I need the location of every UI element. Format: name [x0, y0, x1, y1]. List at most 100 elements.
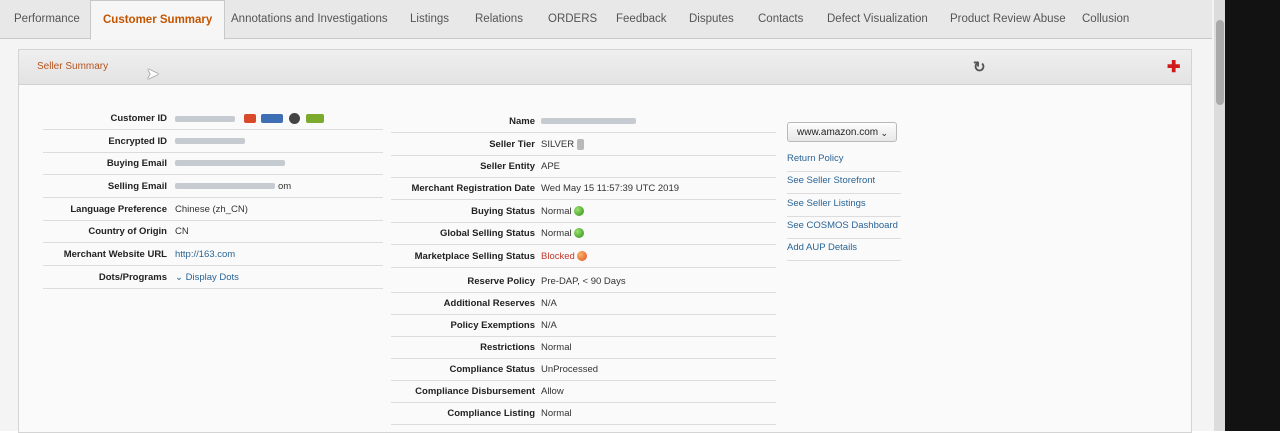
- seller-entity-value: APE: [541, 161, 561, 172]
- row-country-of-origin: Country of Origin CN: [43, 220, 383, 243]
- marketplace-select[interactable]: www.amazon.com ⌄: [787, 122, 897, 142]
- selling-email-value: om: [175, 181, 291, 192]
- policy-exemptions-label: Policy Exemptions: [450, 320, 535, 331]
- row-selling-email: Selling Email om: [43, 175, 383, 198]
- tab-performance[interactable]: Performance: [14, 0, 80, 38]
- row-restrictions: Restrictions Normal: [391, 336, 776, 359]
- tab-listings[interactable]: Listings: [410, 0, 449, 38]
- row-compliance-disbursement: Compliance Disbursement Allow: [391, 380, 776, 403]
- row-name: Name: [391, 110, 776, 133]
- marketplace-selling-status-value: Blocked: [541, 251, 587, 262]
- seller-storefront-link[interactable]: See Seller Storefront: [787, 172, 901, 194]
- silver-medal-icon: [577, 139, 585, 150]
- row-seller-tier: Seller Tier SILVER: [391, 133, 776, 156]
- row-compliance-status: Compliance Status UnProcessed: [391, 358, 776, 381]
- merchant-website-link[interactable]: http://163.com: [175, 249, 235, 260]
- tab-customer-summary[interactable]: Customer Summary: [90, 0, 226, 40]
- encrypted-id-value: [175, 136, 248, 147]
- truck-icon: [305, 114, 324, 123]
- panel-title: Seller Summary: [37, 61, 109, 72]
- add-aup-details-link[interactable]: Add AUP Details: [787, 239, 901, 261]
- row-buying-email: Buying Email: [43, 152, 383, 175]
- marketplace-selling-status-label: Marketplace Selling Status: [414, 251, 535, 262]
- compliance-status-label: Compliance Status: [449, 364, 535, 375]
- row-merchant-website: Merchant Website URL http://163.com: [43, 243, 383, 266]
- dots-programs-label: Dots/Programs: [98, 272, 167, 283]
- mouse-cursor-icon: ➤: [146, 66, 160, 83]
- name-label: Name: [509, 116, 535, 127]
- country-of-origin-value: CN: [175, 226, 189, 237]
- row-encrypted-id: Encrypted ID: [43, 130, 383, 153]
- row-registration-date: Merchant Registration Date Wed May 15 11…: [391, 177, 776, 200]
- chevron-down-icon: ⌄: [880, 128, 888, 138]
- tab-relations[interactable]: Relations: [475, 0, 523, 38]
- restrictions-value: Normal: [541, 342, 572, 353]
- screen-bezel: [1225, 0, 1280, 431]
- tab-contacts[interactable]: Contacts: [758, 0, 803, 38]
- refresh-icon[interactable]: ↻: [973, 58, 986, 76]
- status-ok-icon: [573, 206, 584, 217]
- row-customer-id: Customer ID: [43, 107, 383, 130]
- row-compliance-listing: Compliance Listing Normal: [391, 402, 776, 425]
- compliance-status-value: UnProcessed: [541, 364, 599, 375]
- row-dots-programs: Dots/Programs ⌄ Display Dots: [43, 266, 383, 289]
- seller-listings-link[interactable]: See Seller Listings: [787, 195, 901, 217]
- amazon-badge-icon: [288, 113, 300, 124]
- compliance-listing-label: Compliance Listing: [447, 408, 535, 419]
- tab-orders[interactable]: ORDERS: [548, 0, 597, 38]
- row-additional-reserves: Additional Reserves N/A: [391, 292, 776, 315]
- chevron-down-icon: ⌄: [175, 272, 186, 283]
- tab-defect-visualization[interactable]: Defect Visualization: [827, 0, 928, 38]
- compliance-disbursement-value: Allow: [541, 386, 564, 397]
- language-preference-label: Language Preference: [70, 204, 167, 215]
- tab-product-review-abuse[interactable]: Product Review Abuse: [950, 0, 1066, 38]
- customer-id-value: [175, 113, 324, 124]
- additional-reserves-value: N/A: [541, 298, 557, 309]
- reserve-policy-value: Pre-DAP, < 90 Days: [541, 276, 626, 287]
- panel-header: Seller Summary ↻ ✚: [19, 50, 1191, 85]
- customer-id-label: Customer ID: [110, 113, 167, 124]
- compliance-listing-value: Normal: [541, 408, 572, 419]
- seller-tier-label: Seller Tier: [489, 139, 535, 150]
- additional-reserves-label: Additional Reserves: [443, 298, 535, 309]
- merchant-website-label: Merchant Website URL: [63, 249, 167, 260]
- tab-annotations-investigations[interactable]: Annotations and Investigations: [231, 0, 388, 38]
- global-selling-status-value: Normal: [541, 228, 584, 239]
- return-policy-link[interactable]: Return Policy: [787, 150, 901, 172]
- selling-email-label: Selling Email: [107, 181, 167, 192]
- buying-email-value: [175, 158, 288, 169]
- cosmos-dashboard-link[interactable]: See COSMOS Dashboard: [787, 217, 901, 239]
- tab-feedback[interactable]: Feedback: [616, 0, 667, 38]
- row-policy-exemptions: Policy Exemptions N/A: [391, 314, 776, 337]
- country-of-origin-label: Country of Origin: [88, 226, 167, 237]
- status-ok-icon: [573, 228, 584, 239]
- buying-status-label: Buying Status: [471, 206, 535, 217]
- seller-tier-value: SILVER: [541, 139, 585, 150]
- seller-entity-label: Seller Entity: [480, 161, 535, 172]
- tab-disputes[interactable]: Disputes: [689, 0, 734, 38]
- compliance-disbursement-label: Compliance Disbursement: [415, 386, 535, 397]
- row-language-preference: Language Preference Chinese (zh_CN): [43, 198, 383, 221]
- fulfillment-badge-icon: [261, 114, 284, 123]
- encrypted-id-label: Encrypted ID: [108, 136, 167, 147]
- page: Performance Customer Summary Annotations…: [0, 0, 1226, 433]
- language-preference-value: Chinese (zh_CN): [175, 204, 248, 215]
- registration-date-value: Wed May 15 11:57:39 UTC 2019: [541, 183, 680, 194]
- row-global-selling-status: Global Selling Status Normal: [391, 222, 776, 245]
- row-reserve-policy: Reserve Policy Pre-DAP, < 90 Days: [391, 270, 776, 293]
- buying-status-value: Normal: [541, 206, 584, 217]
- buying-email-label: Buying Email: [106, 158, 167, 169]
- reserve-policy-label: Reserve Policy: [467, 276, 535, 287]
- status-blocked-icon: [576, 251, 587, 262]
- name-value: [541, 116, 639, 127]
- plus-icon[interactable]: ✚: [1167, 57, 1180, 77]
- scroll-thumb[interactable]: [1216, 20, 1224, 105]
- global-selling-status-label: Global Selling Status: [439, 228, 535, 239]
- policy-exemptions-value: N/A: [541, 320, 557, 331]
- display-dots-toggle[interactable]: ⌄ Display Dots: [175, 272, 239, 283]
- tab-collusion[interactable]: Collusion: [1082, 0, 1129, 38]
- row-marketplace-selling-status: Marketplace Selling Status Blocked: [391, 245, 776, 268]
- restrictions-label: Restrictions: [480, 342, 535, 353]
- tab-bar: Performance Customer Summary Annotations…: [0, 0, 1212, 40]
- flag-badge-icon: [243, 114, 256, 123]
